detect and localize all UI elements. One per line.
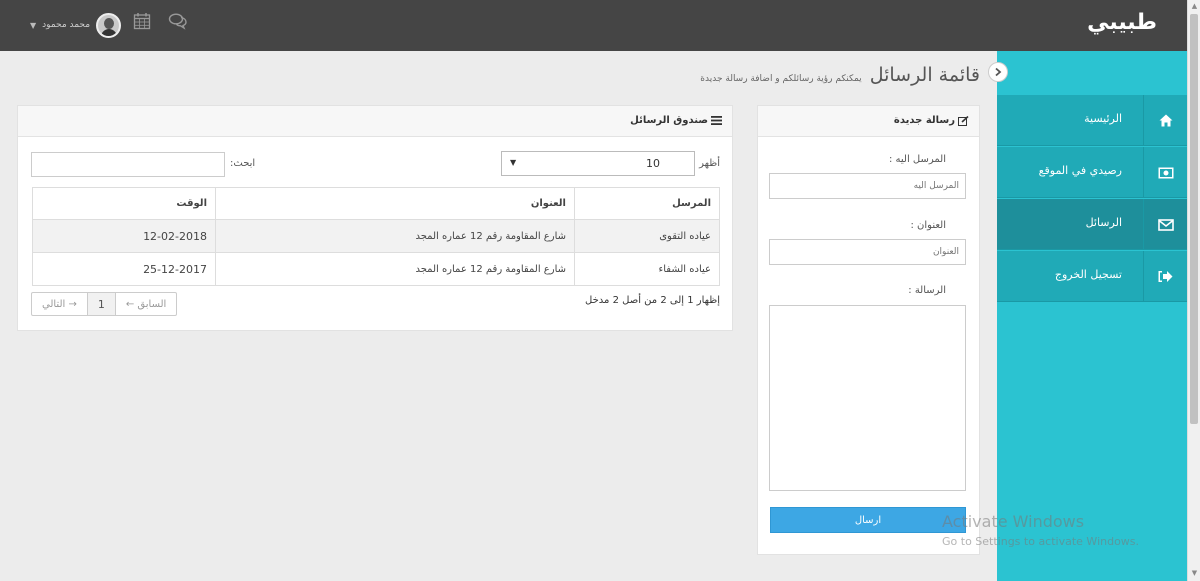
table-row[interactable]: عياده التقوى شارع المقاومة رقم 12 عماره …: [32, 219, 720, 253]
search-label: ابحث:: [230, 158, 256, 169]
calendar-icon[interactable]: [133, 12, 153, 32]
user-menu[interactable]: ▼ محمد محمود: [30, 12, 122, 38]
recipient-input[interactable]: [769, 173, 966, 199]
sidebar-item-balance[interactable]: رصيدي في الموقع: [997, 147, 1187, 198]
logout-icon: [1143, 251, 1187, 302]
table-header-row: المرسل العنوان الوقت: [32, 187, 720, 220]
sidebar-item-label: رصيدي في الموقع: [1038, 164, 1122, 177]
chevron-right-icon: [995, 67, 1002, 77]
page-size-value: 10: [646, 157, 660, 170]
top-navbar: ▼ محمد محمود: [0, 0, 997, 51]
panel-header: صندوق الرسائل: [18, 106, 732, 137]
messages-table: المرسل العنوان الوقت عياده التقوى شارع ا…: [32, 187, 720, 286]
scroll-down-arrow-icon[interactable]: ▼: [1190, 569, 1199, 579]
sidebar-item-label: تسجيل الخروج: [1054, 268, 1122, 281]
next-page-button[interactable]: التالي →: [32, 293, 88, 315]
search-input[interactable]: [31, 152, 225, 177]
message-label: الرسالة :: [908, 285, 946, 296]
list-icon: [711, 116, 722, 125]
caret-down-icon: ▼: [30, 20, 37, 30]
page-subtitle: يمكنكم رؤية رسائلكم و اضافة رسالة جديدة: [700, 74, 862, 84]
page-title: قائمة الرسائل: [869, 64, 980, 86]
column-header-time[interactable]: الوقت: [32, 187, 216, 220]
panel-title: صندوق الرسائل: [630, 115, 722, 126]
column-header-sender[interactable]: المرسل: [574, 187, 720, 220]
send-button[interactable]: ارسال: [770, 507, 966, 533]
new-message-panel: رسالة جديدة المرسل اليه : العنوان : الرس…: [757, 105, 980, 555]
money-icon: [1143, 147, 1187, 198]
dropdown-arrow-icon: ▼: [510, 158, 517, 167]
sidebar-item-messages[interactable]: الرسائل: [997, 199, 1187, 250]
brand-bar: طبيبي: [997, 0, 1187, 51]
scroll-up-arrow-icon[interactable]: ▲: [1190, 2, 1199, 12]
inbox-panel: صندوق الرسائل أظهر 10 ▼ ابحث: المرسل الع…: [17, 105, 733, 331]
pagination: التالي → 1 ← السابق: [31, 292, 178, 316]
brand-logo[interactable]: طبيبي: [1087, 10, 1157, 35]
sidebar: الرئيسية رصيدي في الموقع الرسائل تسجيل ا…: [988, 51, 1187, 581]
edit-icon: [958, 115, 969, 126]
avatar: [96, 12, 122, 38]
message-textarea[interactable]: [769, 305, 966, 491]
subject-label: العنوان :: [910, 220, 946, 231]
chat-bubbles-icon[interactable]: [168, 12, 188, 32]
table-row[interactable]: عياده الشفاء شارع المقاومة رقم 12 عماره …: [32, 252, 720, 286]
page-header: قائمة الرسائل يمكنكم رؤية رسائلكم و اضاف…: [700, 64, 980, 86]
cell-sender: عياده الشفاء: [574, 252, 720, 286]
panel-header: رسالة جديدة: [758, 106, 979, 137]
sidebar-item-label: الرئيسية: [1084, 112, 1122, 125]
user-name: محمد محمود: [42, 20, 91, 30]
sidebar-toggle-button[interactable]: [988, 62, 1008, 82]
show-entries-label: أظهر: [699, 158, 720, 169]
subject-input[interactable]: [769, 239, 966, 265]
scroll-thumb[interactable]: [1190, 14, 1198, 424]
page-size-select[interactable]: 10 ▼: [501, 151, 695, 176]
activation-watermark-subtitle: Go to Settings to activate Windows.: [942, 535, 1140, 548]
cell-time: 25-12-2017: [32, 252, 216, 286]
home-icon: [1143, 95, 1187, 146]
sidebar-item-label: الرسائل: [1085, 216, 1122, 229]
cell-address: شارع المقاومة رقم 12 عماره المجد: [215, 252, 575, 286]
envelope-icon: [1143, 199, 1187, 250]
cell-sender: عياده التقوى: [574, 219, 720, 253]
table-info: إظهار 1 إلى 2 من أصل 2 مدخل: [585, 295, 720, 306]
sidebar-item-home[interactable]: الرئيسية: [997, 95, 1187, 146]
recipient-label: المرسل اليه :: [888, 154, 946, 165]
cell-time: 12-02-2018: [32, 219, 216, 253]
panel-title: رسالة جديدة: [894, 115, 969, 126]
scrollbar[interactable]: ▲ ▼: [1187, 0, 1200, 581]
activation-watermark-title: Activate Windows: [942, 512, 1085, 531]
cell-address: شارع المقاومة رقم 12 عماره المجد: [215, 219, 575, 253]
page-1-button[interactable]: 1: [87, 293, 116, 315]
sidebar-item-logout[interactable]: تسجيل الخروج: [997, 251, 1187, 302]
column-header-address[interactable]: العنوان: [215, 187, 575, 220]
prev-page-button[interactable]: ← السابق: [116, 293, 176, 315]
